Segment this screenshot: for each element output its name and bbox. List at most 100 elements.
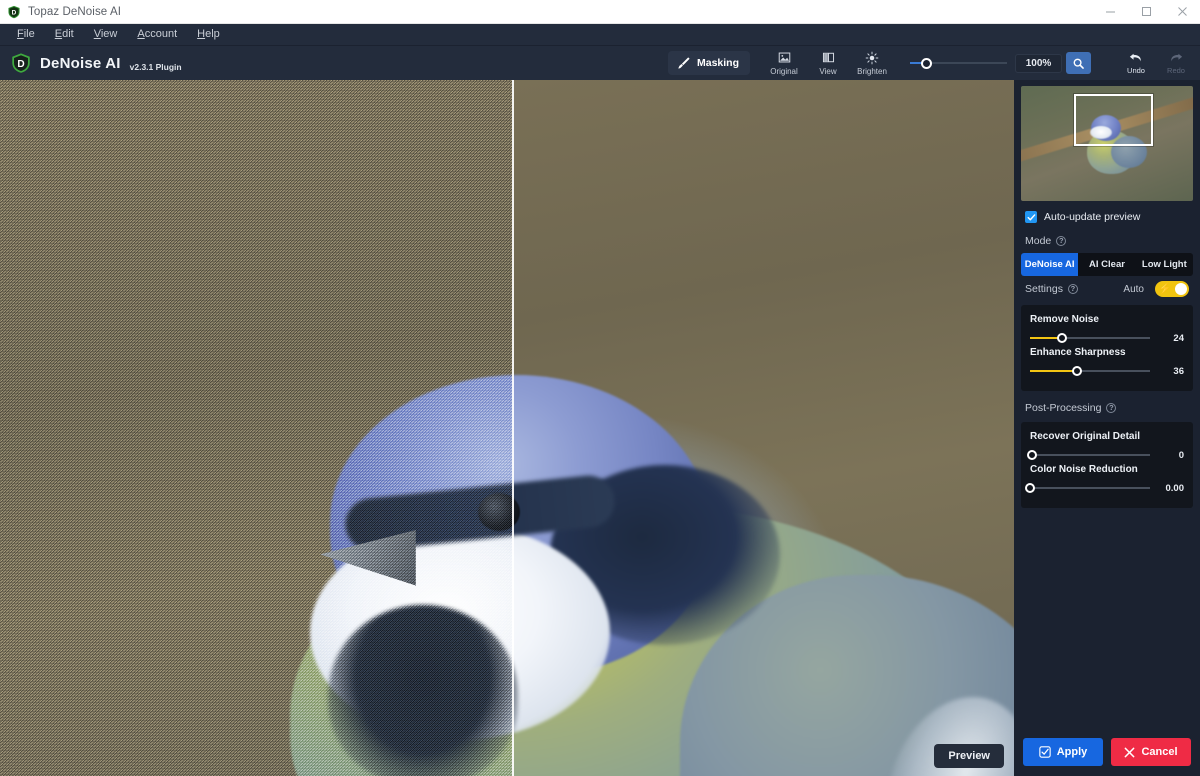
settings-title: Settings [1025,283,1063,295]
post-processing-card: Recover Original Detail 0 Color Noise Re… [1021,422,1193,508]
checkmark-icon [1026,213,1035,220]
tool-original[interactable]: Original [767,50,801,76]
preview-button[interactable]: Preview [934,744,1004,768]
maximize-button[interactable] [1128,0,1164,24]
slider-recover-original-detail: Recover Original Detail 0 [1027,431,1184,461]
recover-original-detail-track[interactable] [1027,449,1150,461]
enhance-sharpness-track[interactable] [1030,365,1150,377]
menu-edit-mnemonic: E [54,28,63,40]
enhance-sharpness-value: 36 [1173,365,1184,377]
magnifier-icon [1073,58,1084,69]
app-brand: D DeNoise AI v2.3.1 Plugin [10,52,182,74]
settings-section-header: Settings ? Auto ⚡ [1014,278,1200,303]
auto-update-preview-row[interactable]: Auto-update preview [1014,201,1200,232]
question-help-icon[interactable]: ? [1067,284,1078,294]
color-noise-reduction-track-bg [1030,487,1150,489]
color-noise-reduction-knob[interactable] [1025,483,1035,493]
apply-label: Apply [1056,746,1088,758]
remove-noise-value: 24 [1173,332,1184,344]
remove-noise-knob[interactable] [1057,333,1068,343]
navigator-thumbnail[interactable] [1021,86,1193,201]
menu-view-rest: iew [100,28,118,40]
toolbar-tools: Masking Original View Brighten 100% [668,46,1092,80]
image-canvas[interactable]: Preview [0,80,1014,776]
recover-original-detail-knob[interactable] [1027,450,1038,460]
redo-arrow-icon [1171,53,1183,62]
window-titlebar: D Topaz DeNoise AI [0,0,1200,24]
mode-option-ai-clear[interactable]: AI Clear [1078,253,1135,276]
close-button[interactable] [1164,0,1200,24]
remove-noise-label: Remove Noise [1030,314,1099,325]
question-help-icon[interactable]: ? [1106,403,1117,413]
cancel-button[interactable]: Cancel [1111,738,1191,766]
tool-brighten[interactable]: Brighten [855,50,889,76]
panel-actions: Apply Cancel [1014,729,1200,776]
menu-help[interactable]: Help [187,26,230,43]
redo-label: Redo [1167,66,1185,75]
post-processing-title: Post-Processing [1025,402,1102,414]
mode-option-low-light[interactable]: Low Light [1136,253,1193,276]
mode-selector: DeNoise AI AI Clear Low Light [1021,253,1193,276]
auto-settings-toggle[interactable]: ⚡ [1155,281,1189,297]
menu-edit-rest: dit [62,28,74,40]
photo-icon [778,50,791,65]
tool-brighten-label: Brighten [857,67,887,76]
menu-file[interactable]: File [7,26,45,43]
zoom-magnifier-button[interactable] [1066,52,1092,74]
post-processing-section-header: Post-Processing ? [1014,391,1200,420]
redo-button[interactable]: Redo [1162,51,1190,75]
denoise-ai-window: D Topaz DeNoise AI File Edit View Accoun… [0,0,1200,776]
zoom-level-value[interactable]: 100% [1015,53,1063,73]
topaz-shield-d-icon: D [8,5,20,18]
tool-view[interactable]: View [811,50,845,76]
mode-section-header: Mode ? [1014,232,1200,253]
window-title: Topaz DeNoise AI [28,5,122,18]
remove-noise-track[interactable] [1030,332,1150,344]
original-grain-overlay [0,80,512,776]
auto-update-label: Auto-update preview [1044,211,1141,223]
color-noise-reduction-label: Color Noise Reduction [1030,464,1138,475]
menu-help-mnemonic: H [197,28,206,40]
minimize-icon [1105,11,1115,13]
lightning-bolt-icon: ⚡ [1158,282,1172,295]
recover-original-detail-track-bg [1030,454,1150,456]
panel-spacer [1014,508,1200,729]
auto-label: Auto [1123,283,1144,295]
menubar: File Edit View Account Help [0,24,1200,46]
zoom-slider-knob[interactable] [921,57,933,69]
maximize-icon [1141,7,1151,16]
masking-label: Masking [697,57,740,69]
tool-view-label: View [819,67,837,76]
enhance-sharpness-knob[interactable] [1071,366,1082,376]
menu-edit[interactable]: Edit [45,26,84,43]
recover-original-detail-control: 0 [1027,449,1184,461]
question-help-icon[interactable]: ? [1056,236,1067,246]
close-icon [1177,7,1187,16]
enhance-sharpness-label: Enhance Sharpness [1030,347,1126,358]
mode-option-denoise-ai[interactable]: DeNoise AI [1021,253,1079,276]
menu-account[interactable]: Account [127,26,187,43]
settings-sliders-card: Remove Noise 24 Enhance Sharpness 36 [1021,305,1193,391]
split-divider-handle[interactable] [512,80,514,776]
remove-noise-control: 24 [1030,332,1184,344]
app-name: DeNoise AI [40,54,121,72]
color-noise-reduction-track[interactable] [1025,482,1150,494]
zoom-slider[interactable] [910,56,1008,70]
enhance-sharpness-fill [1030,370,1077,372]
apply-check-icon [1039,746,1051,758]
menu-help-rest: elp [205,28,220,40]
undo-button[interactable]: Undo [1122,51,1150,75]
auto-update-checkbox[interactable] [1025,211,1037,223]
enhance-sharpness-control: 36 [1030,365,1184,377]
masking-button[interactable]: Masking [668,51,751,75]
minimize-button[interactable] [1092,0,1128,24]
settings-panel: Auto-update preview Mode ? DeNoise AI AI… [1014,80,1200,776]
undo-arrow-icon [1129,53,1141,62]
slider-enhance-sharpness: Enhance Sharpness 36 [1030,347,1184,377]
apply-button[interactable]: Apply [1023,738,1103,766]
navigator-viewport-rect[interactable] [1074,94,1153,146]
menu-file-mnemonic: F [17,28,24,40]
slider-color-noise-reduction: Color Noise Reduction 0.00 [1025,464,1184,494]
tool-original-label: Original [770,67,798,76]
menu-view[interactable]: View [84,26,128,43]
